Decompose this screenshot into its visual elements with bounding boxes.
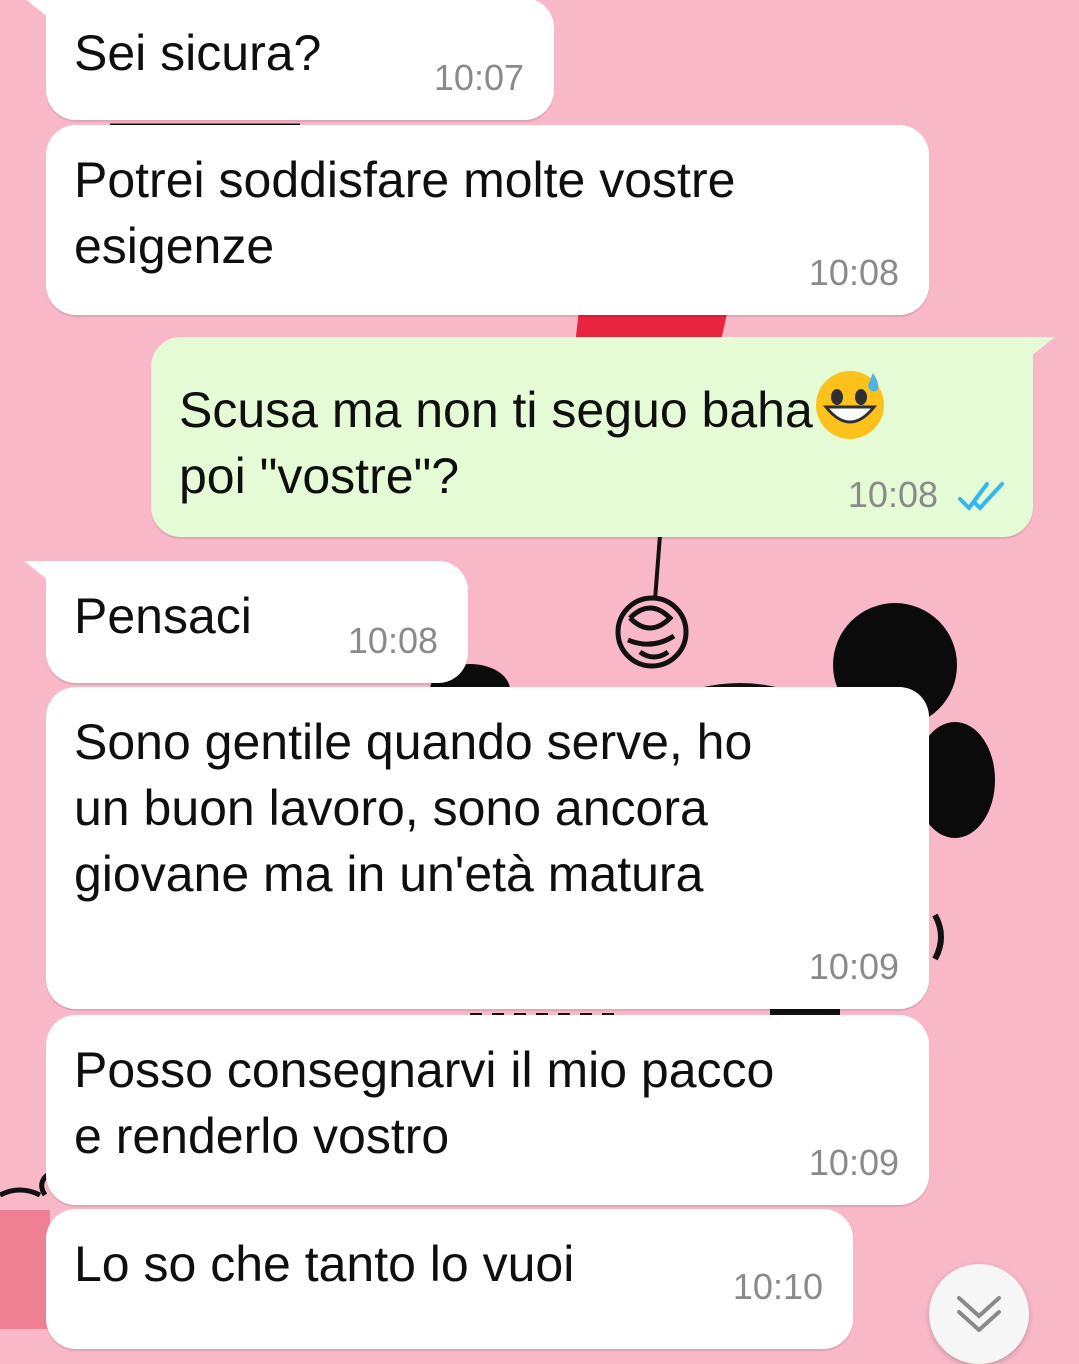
- message-bubble[interactable]: Posso consegnarvi il mio pacco e renderl…: [46, 1015, 929, 1205]
- message-time: 10:08: [347, 620, 438, 661]
- message-text: Potrei soddisfare molte vostre esigenze: [74, 152, 736, 274]
- message-bubble[interactable]: Lo so che tanto lo vuoi 10:10: [46, 1209, 853, 1349]
- grinning-face-with-sweat-emoji: [815, 371, 884, 439]
- bubble-tail: [24, 561, 54, 585]
- message-time: 10:10: [732, 1266, 823, 1307]
- message-time: 10:08: [808, 252, 899, 293]
- message-text: Posso consegnarvi il mio pacco e renderl…: [74, 1042, 775, 1164]
- message-bubble[interactable]: Sei sicura? 10:07: [26, 0, 554, 120]
- message-text: Sono gentile quando serve, ho un buon la…: [74, 714, 753, 902]
- message-bubble-outgoing[interactable]: Scusa ma non ti seguo baha poi "vostre"?…: [151, 337, 1055, 537]
- double-check-read-icon: [958, 482, 1004, 512]
- message-bubble[interactable]: Potrei soddisfare molte vostre esigenze …: [46, 125, 929, 315]
- message-time: 10:08: [847, 474, 938, 515]
- scroll-to-bottom-button[interactable]: [929, 1264, 1029, 1364]
- message-time: 10:09: [808, 1142, 899, 1183]
- bubble-tail: [1025, 337, 1055, 361]
- double-chevron-down-icon: [957, 1296, 1001, 1332]
- bubble-tail: [26, 0, 54, 22]
- message-time: 10:07: [433, 57, 524, 98]
- message-text: Lo so che tanto lo vuoi: [74, 1236, 575, 1292]
- message-time: 10:09: [808, 946, 899, 987]
- message-bubble[interactable]: Pensaci 10:08: [24, 561, 468, 683]
- message-bubble[interactable]: Sono gentile quando serve, ho un buon la…: [46, 687, 929, 1009]
